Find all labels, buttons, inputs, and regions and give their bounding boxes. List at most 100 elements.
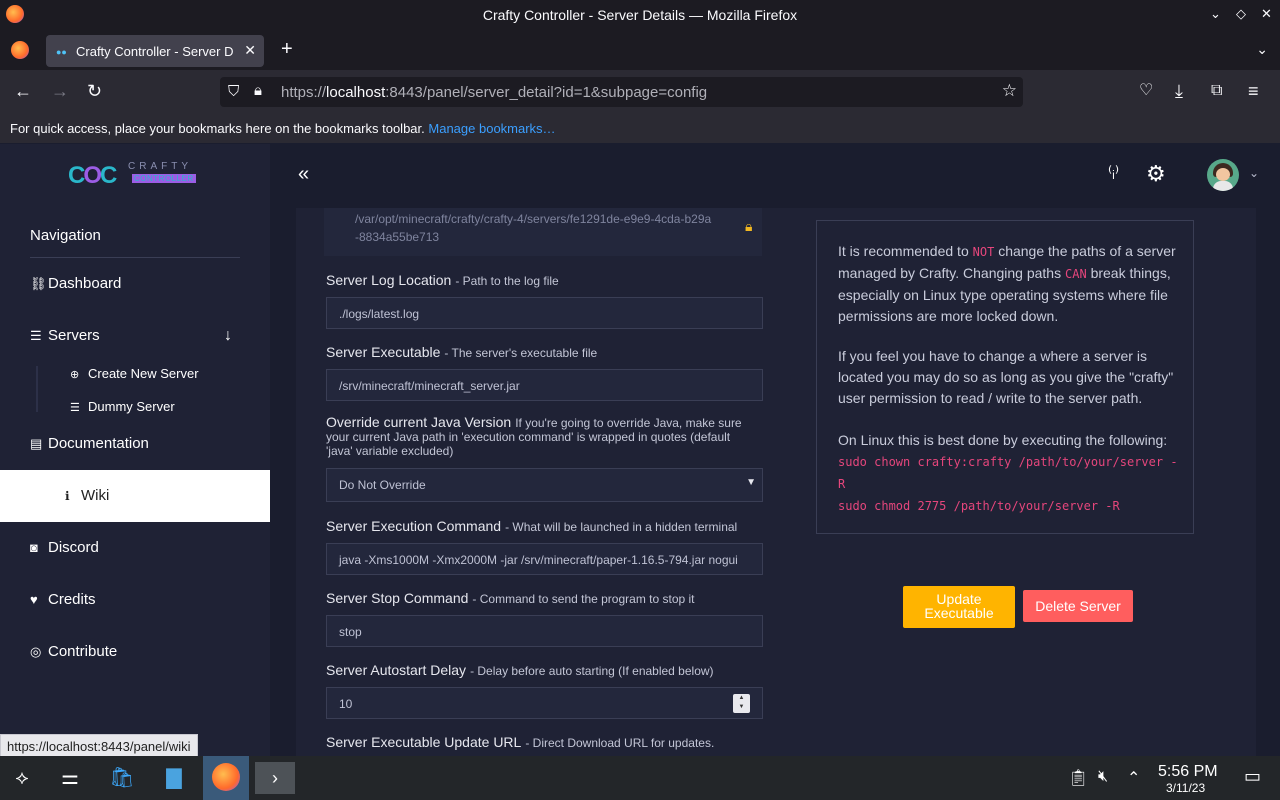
- firefox-view-icon[interactable]: [11, 41, 29, 59]
- logo-word-bottom: CONTROLLER: [132, 174, 196, 183]
- navigation-heading: Navigation: [30, 227, 101, 244]
- browser-tab[interactable]: ●● Crafty Controller - Server D ✕: [46, 35, 264, 67]
- server-path-value: /var/opt/minecraft/crafty/crafty-4/serve…: [355, 212, 712, 244]
- sidebar-item-documentation[interactable]: ▤ Documentation: [30, 435, 149, 452]
- chevron-down-icon[interactable]: ⌄: [1249, 166, 1259, 180]
- new-tab-icon[interactable]: +: [281, 38, 293, 61]
- tab-favicon-icon: ●●: [56, 47, 67, 57]
- url-text[interactable]: https://localhost:8443/panel/server_deta…: [281, 84, 707, 101]
- terminal-icon[interactable]: ›: [255, 762, 295, 794]
- java-version-select[interactable]: Do Not Override ▼: [326, 468, 763, 502]
- app-topbar: « ⁽ᵢ⁾ ⚙ ⌄: [270, 144, 1280, 208]
- taskbar-firefox[interactable]: [203, 756, 249, 800]
- minimize-icon[interactable]: ⌄: [1210, 6, 1221, 22]
- sidebar-item-discord[interactable]: ◙ Discord: [30, 539, 99, 556]
- delete-server-button[interactable]: Delete Server: [1023, 590, 1133, 622]
- logo-word-top: CRAFTY: [128, 161, 192, 172]
- clipboard-icon[interactable]: 📋︎: [1068, 768, 1088, 788]
- autostart-delay-label: Server Autostart Delay - Delay before aut…: [326, 662, 714, 678]
- navigation-toolbar: ← → ↻ ⛉ 🔒︎ https://localhost:8443/panel/…: [0, 70, 1280, 114]
- plus-circle-icon: ⊕: [70, 369, 80, 381]
- clock-time[interactable]: 5:56 PM: [1158, 763, 1218, 781]
- server-path-field: /var/opt/minecraft/crafty/crafty-4/serve…: [324, 208, 762, 256]
- crafty-logo[interactable]: COC CRAFTY CONTROLLER: [68, 161, 208, 192]
- volume-muted-icon[interactable]: 🔇︎: [1098, 768, 1108, 786]
- submenu-line: [36, 366, 38, 412]
- reload-icon[interactable]: ↻: [87, 81, 102, 101]
- collapse-sidebar-icon[interactable]: «: [298, 163, 309, 186]
- sidebar-item-servers[interactable]: ☰ Servers: [30, 327, 100, 344]
- tray-expand-icon[interactable]: ⌃: [1127, 768, 1140, 788]
- url-bar[interactable]: ⛉ 🔒︎ https://localhost:8443/panel/server…: [220, 77, 1023, 107]
- link-status-tooltip: https://localhost:8443/panel/wiki: [0, 734, 198, 757]
- book-icon: ▤: [30, 436, 43, 451]
- warning-paragraph: It is recommended to NOT change the path…: [838, 243, 1176, 324]
- window-title: Crafty Controller - Server Details — Moz…: [482, 7, 798, 23]
- app-launcher-icon[interactable]: ⟡: [8, 762, 36, 794]
- settings-gears-icon[interactable]: ⚙: [1146, 161, 1166, 187]
- heart-icon: ♥: [30, 592, 38, 607]
- tab-bar: ●● Crafty Controller - Server D ✕ + ⌄: [0, 30, 1280, 70]
- manage-bookmarks-link[interactable]: Manage bookmarks…: [428, 121, 555, 136]
- execution-command-label: Server Execution Command - What will be l…: [326, 518, 738, 534]
- sidebar-item-credits[interactable]: ♥ Credits: [30, 591, 96, 608]
- log-location-label: Server Log Location - Path to the log fil…: [326, 272, 559, 288]
- divider: [30, 257, 240, 258]
- sidebar-item-dashboard[interactable]: ⛓Dashboard: [30, 275, 121, 292]
- tab-close-icon[interactable]: ✕: [244, 42, 256, 59]
- broadcast-icon[interactable]: ⁽ᵢ⁾: [1108, 163, 1119, 183]
- executable-input[interactable]: /srv/minecraft/minecraft_server.jar: [326, 369, 763, 401]
- pocket-icon[interactable]: ♡: [1139, 81, 1153, 101]
- forward-icon[interactable]: →: [51, 81, 69, 101]
- sidebar: COC CRAFTY CONTROLLER Navigation ⛓Dashbo…: [0, 144, 270, 756]
- window-titlebar: Crafty Controller - Server Details — Moz…: [0, 0, 1280, 30]
- file-manager-icon[interactable]: ▇: [158, 762, 190, 794]
- list-tabs-icon[interactable]: ⌄: [1256, 41, 1268, 58]
- donate-icon: ◎: [30, 644, 42, 659]
- path-warning-box: It is recommended to NOT change the path…: [816, 220, 1194, 534]
- log-location-input[interactable]: ./logs/latest.log: [326, 297, 763, 329]
- permission-paragraph: If you feel you have to change a where a…: [838, 348, 1174, 406]
- server-icon: ☰: [30, 328, 42, 343]
- discover-store-icon[interactable]: 🛍︎: [108, 762, 136, 794]
- menu-icon[interactable]: ≡: [1248, 81, 1259, 101]
- close-window-icon[interactable]: ✕: [1261, 6, 1272, 22]
- lock-icon[interactable]: 🔒︎: [254, 82, 262, 99]
- update-executable-button[interactable]: Update Executable: [903, 586, 1015, 628]
- downloads-icon[interactable]: ⤓: [1175, 81, 1183, 101]
- bookmark-star-icon[interactable]: ☆: [1002, 81, 1017, 101]
- shield-icon[interactable]: ⛉: [228, 83, 239, 100]
- chevron-down-icon: ▼: [746, 477, 756, 488]
- update-url-label: Server Executable Update URL - Direct Dow…: [326, 734, 715, 750]
- back-icon[interactable]: ←: [14, 81, 32, 101]
- extensions-icon[interactable]: ⧉: [1211, 81, 1222, 101]
- arrow-down-icon[interactable]: ↓: [224, 327, 232, 345]
- clock-date[interactable]: 3/11/23: [1166, 781, 1205, 795]
- stop-command-input[interactable]: stop: [326, 615, 763, 647]
- tab-label: Crafty Controller - Server D: [76, 44, 234, 59]
- server-icon: ☰: [70, 402, 80, 414]
- avatar[interactable]: [1207, 159, 1239, 191]
- autostart-delay-input[interactable]: 10 ▲ ▼: [326, 687, 763, 719]
- server-config-panel: /var/opt/minecraft/crafty/crafty-4/serve…: [296, 208, 1256, 756]
- bookmarks-hint: For quick access, place your bookmarks h…: [10, 121, 425, 136]
- bookmarks-toolbar: For quick access, place your bookmarks h…: [0, 114, 1280, 143]
- lock-icon: 🔒︎: [745, 218, 753, 234]
- sidebar-item-wiki[interactable]: ℹ Wiki: [0, 470, 270, 522]
- system-settings-icon[interactable]: ⚌: [56, 762, 84, 794]
- stop-command-label: Server Stop Command - Command to send the…: [326, 590, 695, 606]
- number-spinner[interactable]: ▲ ▼: [733, 694, 750, 713]
- firefox-icon: [212, 763, 240, 791]
- discord-icon: ◙: [30, 540, 38, 555]
- executable-label: Server Executable - The server's executab…: [326, 344, 598, 360]
- chmod-command: sudo chmod 2775 /path/to/your/server -R: [838, 499, 1120, 513]
- java-version-label: Override current Java Version If you're g…: [326, 414, 742, 458]
- sidebar-item-contribute[interactable]: ◎ Contribute: [30, 643, 117, 660]
- show-desktop-icon[interactable]: ▭: [1244, 766, 1261, 787]
- sidebar-item-create-server[interactable]: ⊕ Create New Server: [70, 366, 199, 381]
- taskbar: ⟡ ⚌ 🛍︎ ▇ › 📋︎ 🔇︎ ⌃ 5:56 PM 3/11/23 ▭: [0, 756, 1280, 800]
- sidebar-item-dummy-server[interactable]: ☰ Dummy Server: [70, 399, 175, 414]
- execution-command-input[interactable]: java -Xms1000M -Xmx2000M -jar /srv/minec…: [326, 543, 763, 575]
- maximize-icon[interactable]: ◇: [1236, 6, 1246, 22]
- logo-mark: COC: [68, 162, 117, 189]
